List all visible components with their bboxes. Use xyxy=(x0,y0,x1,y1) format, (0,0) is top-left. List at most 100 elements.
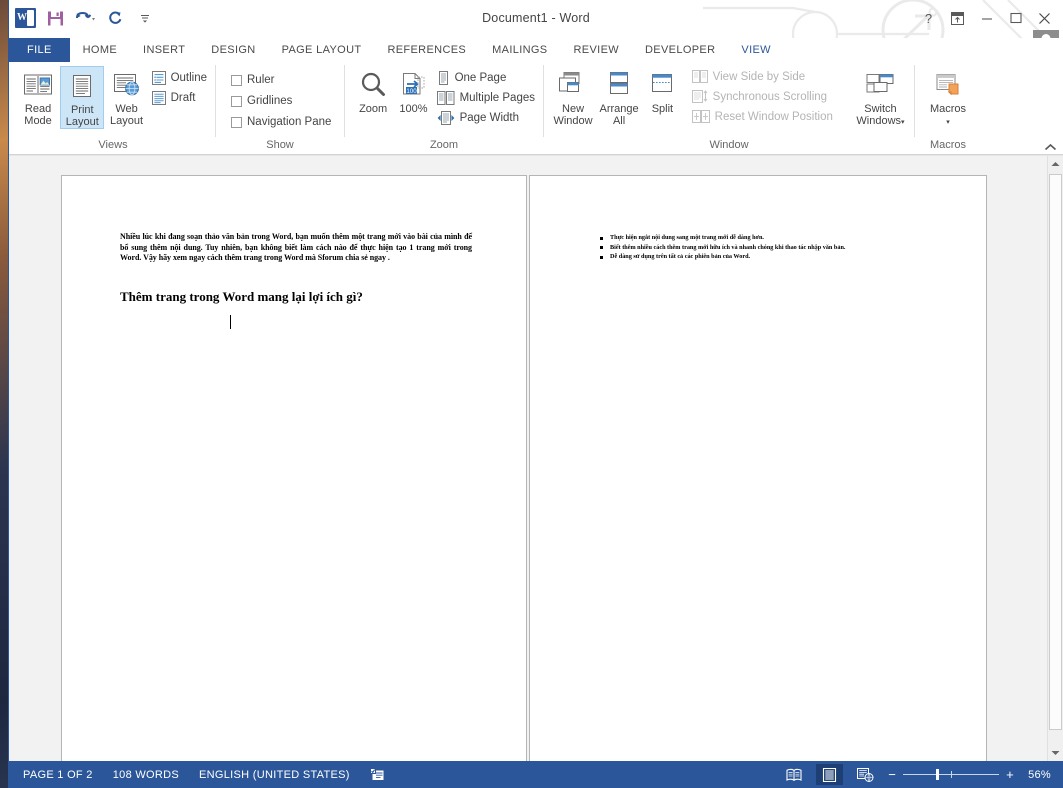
ribbon-group-zoom: Zoom 100 100% One Page Multiple Pages Pa… xyxy=(345,62,543,154)
vertical-scrollbar[interactable] xyxy=(1047,156,1063,761)
scrollbar-track[interactable] xyxy=(1048,172,1063,745)
web-layout-label-1: Web xyxy=(115,103,138,115)
help-icon[interactable]: ? xyxy=(914,6,943,30)
zoom-slider-handle[interactable] xyxy=(936,769,940,780)
magnifier-icon xyxy=(358,68,388,102)
body-paragraph[interactable]: Nhiều lúc khi đang soạn thảo văn bản tro… xyxy=(120,232,472,264)
switch-windows-caret-icon[interactable]: ▾ xyxy=(901,119,905,126)
ruler-checkbox-box[interactable] xyxy=(231,74,242,86)
account-area[interactable]: ▾ xyxy=(1026,30,1059,38)
print-layout-icon xyxy=(69,69,95,103)
scroll-down-button[interactable] xyxy=(1048,745,1063,761)
web-layout-icon xyxy=(112,68,142,102)
navigation-pane-label: Navigation Pane xyxy=(247,116,332,128)
document-page-1[interactable]: Nhiều lúc khi đang soạn thảo văn bản tro… xyxy=(61,175,527,761)
tab-page-layout[interactable]: PAGE LAYOUT xyxy=(269,38,375,62)
new-window-label-1: New xyxy=(562,103,585,115)
tab-mailings[interactable]: MAILINGS xyxy=(479,38,560,62)
synchronous-scrolling-button[interactable]: Synchronous Scrolling xyxy=(689,89,836,104)
zoom-out-button[interactable]: − xyxy=(888,768,896,781)
list-item[interactable]: Dễ dàng sử dụng trên tất cả các phiên bả… xyxy=(600,252,946,262)
arrange-all-button[interactable]: Arrange All xyxy=(596,66,642,127)
zoom-in-button[interactable]: + xyxy=(1006,768,1014,781)
draft-button[interactable]: Draft xyxy=(149,90,210,106)
web-layout-button[interactable]: Web Layout xyxy=(104,66,148,127)
word-window: W Document1 - Word ? FILE HOME INSERT DE… xyxy=(8,0,1063,788)
ribbon-group-show: Ruler Gridlines Navigation Pane Show xyxy=(216,62,344,154)
reset-window-position-label: Reset Window Position xyxy=(714,110,833,123)
multiple-pages-label: Multiple Pages xyxy=(459,92,535,104)
text-cursor xyxy=(230,315,231,329)
reset-window-position-button[interactable]: Reset Window Position xyxy=(689,109,836,124)
tab-review[interactable]: REVIEW xyxy=(561,38,633,62)
status-bar: PAGE 1 OF 2 108 WORDS ENGLISH (UNITED ST… xyxy=(9,761,1063,788)
tab-file[interactable]: FILE xyxy=(9,38,70,62)
print-layout-view-icon[interactable] xyxy=(816,764,844,785)
read-mode-button[interactable]: Read Mode xyxy=(16,66,60,127)
ruler-checkbox[interactable]: Ruler xyxy=(228,73,334,87)
window-controls[interactable]: ? xyxy=(914,6,1059,30)
word-count[interactable]: 108 WORDS xyxy=(113,769,179,781)
tab-home[interactable]: HOME xyxy=(70,38,130,62)
navigation-pane-checkbox-box[interactable] xyxy=(231,116,242,128)
avatar[interactable] xyxy=(1033,30,1059,38)
print-layout-button[interactable]: Print Layout xyxy=(60,66,105,129)
macros-button[interactable]: Macros ▾ xyxy=(920,66,976,129)
read-mode-icon xyxy=(23,68,53,102)
close-icon[interactable] xyxy=(1030,6,1059,30)
minimize-icon[interactable] xyxy=(972,6,1001,30)
multiple-pages-button[interactable]: Multiple Pages xyxy=(434,90,538,106)
tab-design[interactable]: DESIGN xyxy=(198,38,268,62)
language-indicator[interactable]: ENGLISH (UNITED STATES) xyxy=(199,769,350,781)
heading-paragraph[interactable]: Thêm trang trong Word mang lại lợi ích g… xyxy=(120,289,363,305)
one-page-button[interactable]: One Page xyxy=(434,70,538,86)
outline-button[interactable]: Outline xyxy=(149,70,210,86)
zoom-100-button[interactable]: 100 100% xyxy=(393,66,433,115)
ribbon-display-options-icon[interactable] xyxy=(943,6,972,30)
document-pages[interactable]: Nhiều lúc khi đang soạn thảo văn bản tro… xyxy=(9,156,1047,761)
read-mode-label-1: Read xyxy=(24,103,52,115)
zoom-level[interactable]: 56% xyxy=(1023,769,1051,781)
zoom-slider-track[interactable] xyxy=(903,769,1000,780)
switch-windows-label-2: Windows xyxy=(856,115,902,127)
scrollbar-thumb[interactable] xyxy=(1049,174,1062,730)
status-right: − + 56% xyxy=(780,764,1057,785)
svg-text:100: 100 xyxy=(407,88,418,95)
ribbon-group-macros: Macros ▾ Macros xyxy=(915,62,981,154)
gridlines-checkbox[interactable]: Gridlines xyxy=(228,94,334,108)
new-window-icon xyxy=(557,68,589,102)
document-page-2[interactable]: Thực hiện ngắt nội dung sang một trang m… xyxy=(529,175,987,761)
macros-caret-icon[interactable]: ▾ xyxy=(946,119,950,126)
gridlines-checkbox-box[interactable] xyxy=(231,95,242,107)
zoom-button[interactable]: Zoom xyxy=(353,66,393,115)
page-width-button[interactable]: Page Width xyxy=(434,110,538,126)
maximize-restore-icon[interactable] xyxy=(1001,6,1030,30)
split-button[interactable]: Split xyxy=(642,66,683,115)
switch-windows-button[interactable]: Switch Windows▾ xyxy=(852,66,909,129)
list-item[interactable]: Biết thêm nhiều cách thêm trang mới hữu … xyxy=(600,243,946,253)
ribbon-tabs[interactable]: FILE HOME INSERT DESIGN PAGE LAYOUT REFE… xyxy=(9,38,1063,62)
page-width-label: Page Width xyxy=(459,112,520,124)
web-layout-view-icon[interactable] xyxy=(852,764,879,785)
tab-view[interactable]: VIEW xyxy=(728,38,784,62)
tab-developer[interactable]: DEVELOPER xyxy=(632,38,728,62)
scroll-up-button[interactable] xyxy=(1048,156,1063,172)
arrange-all-label-1: Arrange xyxy=(599,103,639,115)
bullet-list[interactable]: Thực hiện ngắt nội dung sang một trang m… xyxy=(596,233,946,262)
navigation-pane-checkbox[interactable]: Navigation Pane xyxy=(228,115,334,129)
web-layout-label-2: Layout xyxy=(110,115,144,127)
zoom-slider[interactable]: − + xyxy=(888,768,1014,781)
multiple-pages-icon xyxy=(436,91,455,105)
tab-insert[interactable]: INSERT xyxy=(130,38,198,62)
read-mode-label-2: Mode xyxy=(24,115,52,127)
list-item[interactable]: Thực hiện ngắt nội dung sang một trang m… xyxy=(600,233,946,243)
tab-references[interactable]: REFERENCES xyxy=(374,38,479,62)
view-side-by-side-button[interactable]: View Side by Side xyxy=(689,69,836,84)
collapse-ribbon-button[interactable] xyxy=(1044,143,1057,152)
new-window-button[interactable]: New Window xyxy=(550,66,596,127)
page-indicator[interactable]: PAGE 1 OF 2 xyxy=(23,769,93,781)
print-layout-label-1: Print xyxy=(70,104,94,116)
read-mode-view-icon[interactable] xyxy=(780,764,807,785)
proofing-errors-icon[interactable] xyxy=(369,767,385,782)
switch-windows-icon xyxy=(864,68,896,102)
